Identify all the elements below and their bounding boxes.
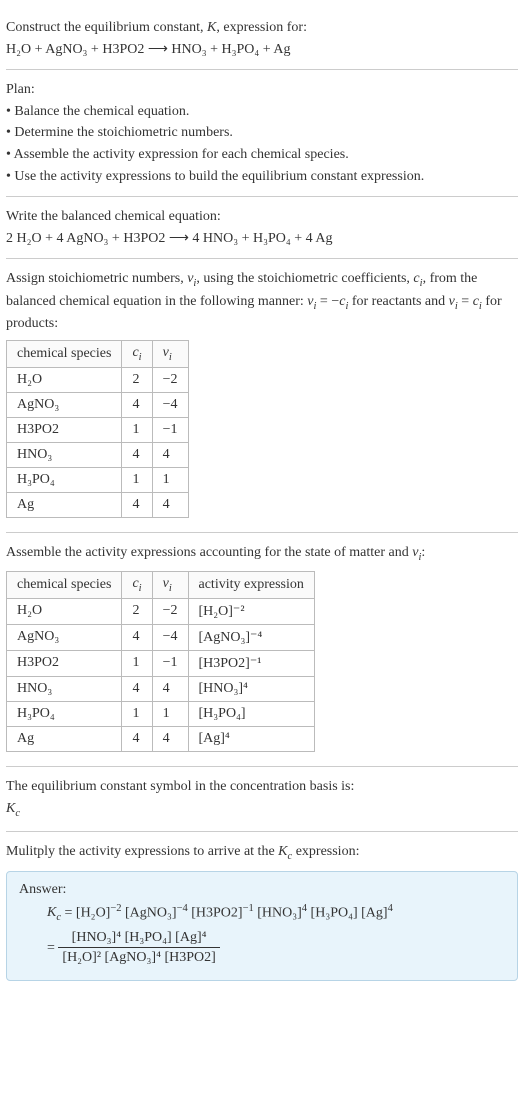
table-row: Ag44[Ag]⁴	[7, 726, 315, 751]
multiply-title: Mulitply the activity expressions to arr…	[6, 842, 518, 864]
section-kc-symbol: The equilibrium constant symbol in the c…	[6, 767, 518, 832]
fraction-denominator: [H₂O]² [AgNO₃]⁴ [H3PO2]	[58, 948, 219, 968]
table-row: H₃PO₄11[H₃PO₄]	[7, 701, 315, 726]
table-row: Ag44	[7, 492, 189, 517]
table-row: AgNO₃4−4	[7, 392, 189, 417]
table-row: H₃PO₄11	[7, 467, 189, 492]
activity-title: Assemble the activity expressions accoun…	[6, 543, 518, 565]
plan-b3: • Assemble the activity expression for e…	[6, 145, 518, 165]
eq-sign: =	[47, 940, 58, 955]
section-stoich: Assign stoichiometric numbers, νi, using…	[6, 259, 518, 532]
table-row: H₂O2−2	[7, 367, 189, 392]
reaction-balanced: 2 H₂O + 4 AgNO₃ + H3PO2 ⟶ 4 HNO₃ + H₃PO₄…	[6, 229, 518, 249]
balanced-title: Write the balanced chemical equation:	[6, 207, 518, 227]
table-row: HNO₃44	[7, 442, 189, 467]
section-activity: Assemble the activity expressions accoun…	[6, 533, 518, 767]
section-plan: Plan: • Balance the chemical equation. •…	[6, 70, 518, 197]
answer-label: Answer:	[19, 882, 505, 898]
plan-b2: • Determine the stoichiometric numbers.	[6, 123, 518, 143]
stoich-table: chemical species ci νi H₂O2−2 AgNO₃4−4 H…	[6, 340, 189, 518]
table-row: AgNO₃4−4[AgNO₃]⁻⁴	[7, 624, 315, 650]
construct-title: Construct the equilibrium constant, K, e…	[6, 18, 518, 38]
table-row: HNO₃44[HNO₃]⁴	[7, 676, 315, 701]
stoich-title: Assign stoichiometric numbers, νi, using…	[6, 269, 518, 334]
reaction-unbalanced: H₂O + AgNO₃ + H3PO2 ⟶ HNO₃ + H₃PO₄ + Ag	[6, 40, 518, 60]
section-multiply: Mulitply the activity expressions to arr…	[6, 832, 518, 981]
kc-symbol-title: The equilibrium constant symbol in the c…	[6, 777, 518, 797]
fraction: [HNO₃]⁴ [H₃PO₄] [Ag]⁴ [H₂O]² [AgNO₃]⁴ [H…	[58, 928, 219, 968]
kc-product: Kc = [H₂O]−2 [AgNO₃]−4 [H3PO2]−1 [HNO₃]4…	[47, 902, 505, 926]
kc-fraction: = [HNO₃]⁴ [H₃PO₄] [Ag]⁴ [H₂O]² [AgNO₃]⁴ …	[47, 928, 505, 968]
activity-table: chemical species ci νi activity expressi…	[6, 571, 315, 752]
section-construct: Construct the equilibrium constant, K, e…	[6, 8, 518, 70]
plan-b1: • Balance the chemical equation.	[6, 102, 518, 122]
col-species: chemical species	[7, 572, 122, 599]
table-header: chemical species ci νi activity expressi…	[7, 572, 315, 599]
col-activity: activity expression	[188, 572, 314, 599]
table-row: H3PO21−1	[7, 417, 189, 442]
col-v: νi	[152, 340, 188, 367]
plan-title: Plan:	[6, 80, 518, 100]
col-c: ci	[122, 340, 152, 367]
section-balanced: Write the balanced chemical equation: 2 …	[6, 197, 518, 259]
col-v: νi	[152, 572, 188, 599]
col-c: ci	[122, 572, 152, 599]
table-row: H₂O2−2[H₂O]⁻²	[7, 598, 315, 624]
plan-b4: • Use the activity expressions to build …	[6, 167, 518, 187]
kc-symbol: Kc	[6, 799, 518, 821]
table-header: chemical species ci νi	[7, 340, 189, 367]
fraction-numerator: [HNO₃]⁴ [H₃PO₄] [Ag]⁴	[58, 928, 219, 949]
table-row: H3PO21−1[H3PO2]⁻¹	[7, 650, 315, 676]
answer-body: Kc = [H₂O]−2 [AgNO₃]−4 [H3PO2]−1 [HNO₃]4…	[47, 902, 505, 968]
answer-box: Answer: Kc = [H₂O]−2 [AgNO₃]−4 [H3PO2]−1…	[6, 871, 518, 981]
col-species: chemical species	[7, 340, 122, 367]
